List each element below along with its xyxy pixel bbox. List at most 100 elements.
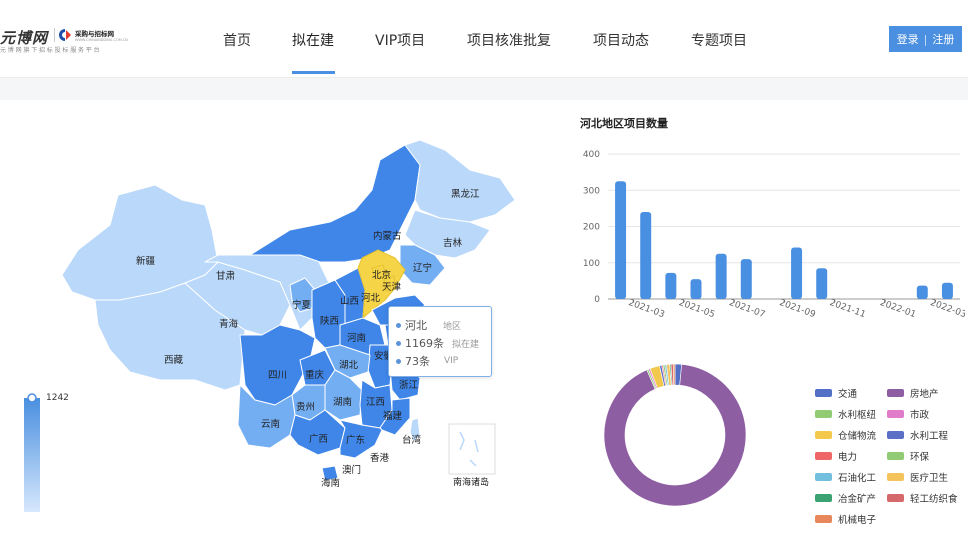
legend-swatch xyxy=(887,389,904,397)
tooltip-row-vip: 73条 VIP xyxy=(396,353,458,369)
legend-item[interactable]: 环保 xyxy=(887,449,929,463)
map-region-heilongjiang xyxy=(404,139,516,223)
map-label-hebei: 河北 xyxy=(361,293,381,304)
map-label-hunan: 湖南 xyxy=(333,397,353,408)
map-region-neimenggu xyxy=(249,144,421,263)
visual-map-bar[interactable] xyxy=(24,398,40,512)
tooltip-row-count: 1169条 拟在建 xyxy=(396,335,479,351)
bar-2022-03[interactable] xyxy=(941,282,953,299)
legend-label: 环保 xyxy=(910,452,930,463)
map-label-neimenggu: 内蒙古 xyxy=(373,231,402,242)
bar-2022-02[interactable] xyxy=(916,285,928,299)
legend-swatch xyxy=(815,389,832,397)
nav-news[interactable]: 项目动态 xyxy=(593,30,649,50)
legend-label: 仓储物流 xyxy=(838,431,877,442)
bar-x-tick: 2022-01 xyxy=(878,298,917,320)
legend-swatch xyxy=(887,473,904,481)
legend-label: 交通 xyxy=(838,389,858,400)
nav-topics[interactable]: 专题项目 xyxy=(691,30,747,50)
donut-slice-机械电子[interactable] xyxy=(672,363,676,386)
tooltip-vip-value: 73条 xyxy=(405,355,430,368)
bar-2021-09[interactable] xyxy=(791,247,803,299)
map-label-xizang: 西藏 xyxy=(164,355,184,366)
bar-x-tick: 2021-07 xyxy=(728,298,767,320)
legend-label: 水利工程 xyxy=(910,431,949,442)
bar-y-tick: 100 xyxy=(583,259,600,269)
map-label-guizhou: 贵州 xyxy=(296,402,316,413)
china-map[interactable] xyxy=(0,0,560,535)
map-label-shaanxi: 陕西 xyxy=(320,316,340,327)
map-label-hainan: 海南 xyxy=(321,478,341,489)
map-label-macau: 澳门 xyxy=(342,465,362,476)
legend-swatch xyxy=(887,431,904,439)
bar-y-tick: 300 xyxy=(583,186,600,196)
tooltip-count-key: 拟在建 xyxy=(452,339,480,350)
donut-chart xyxy=(603,363,747,507)
auth-box: 登录 | 注册 xyxy=(889,26,962,52)
bar-x-tick: 2021-05 xyxy=(677,298,716,320)
legend-item[interactable]: 水利工程 xyxy=(887,428,948,442)
tooltip-row-region: 河北 地区 xyxy=(396,317,461,333)
map-label-jiangxi: 江西 xyxy=(366,397,386,408)
login-link[interactable]: 登录 xyxy=(897,31,919,47)
bar-chart: 0 100 200 300 400 2021-03 2021-05 2021-07 2021-0… xyxy=(583,150,965,320)
legend-item[interactable]: 轻工纺织食 xyxy=(887,491,958,505)
legend-item[interactable]: 房地产 xyxy=(887,386,939,400)
bar-y-tick: 400 xyxy=(583,150,600,160)
map-label-heilongjiang: 黑龙江 xyxy=(451,189,480,200)
tooltip-dot xyxy=(396,340,401,346)
legend-label: 电力 xyxy=(838,452,858,463)
legend-item[interactable]: 冶金矿产 xyxy=(815,491,876,505)
legend-label: 市政 xyxy=(910,410,930,421)
legend-item[interactable]: 电力 xyxy=(815,449,857,463)
map-label-qinghai: 青海 xyxy=(219,319,239,330)
map-label-hubei: 湖北 xyxy=(339,360,359,371)
map-label-taiwan: 台湾 xyxy=(402,435,422,446)
map-label-henan: 河南 xyxy=(347,333,367,344)
legend-label: 冶金矿产 xyxy=(838,494,877,505)
bar-x-tick: 2022-03 xyxy=(929,298,965,320)
map-label-ningxia: 宁夏 xyxy=(292,300,312,311)
legend-item[interactable]: 仓储物流 xyxy=(815,428,876,442)
legend-label: 机械电子 xyxy=(838,515,877,526)
legend-item[interactable]: 机械电子 xyxy=(815,512,876,526)
legend-label: 轻工纺织食 xyxy=(910,494,958,505)
bar-2021-10[interactable] xyxy=(816,268,828,299)
legend-item[interactable]: 医疗卫生 xyxy=(887,470,948,484)
legend-item[interactable]: 石油化工 xyxy=(815,470,876,484)
register-link[interactable]: 注册 xyxy=(932,31,954,47)
map-label-guangxi: 广西 xyxy=(309,434,329,445)
bar-x-tick: 2021-03 xyxy=(627,298,666,320)
tooltip-dot xyxy=(396,358,401,364)
visual-map-max: 1242 xyxy=(46,393,69,403)
map-label-tianjin: 天津 xyxy=(382,282,402,293)
legend-swatch xyxy=(815,473,832,481)
map-label-xinjiang: 新疆 xyxy=(136,256,156,267)
legend-swatch xyxy=(815,494,832,502)
legend-item[interactable]: 市政 xyxy=(887,407,929,421)
tooltip-dot xyxy=(396,322,401,328)
tooltip-vip-key: VIP xyxy=(444,356,459,366)
legend-item[interactable]: 水利枢纽 xyxy=(815,407,876,421)
donut-slice-房地产[interactable] xyxy=(603,363,747,507)
bar-2021-07[interactable] xyxy=(740,259,752,299)
map-label-sichuan: 四川 xyxy=(268,370,288,381)
map-label-yunnan: 云南 xyxy=(261,419,281,430)
legend-swatch xyxy=(815,410,832,418)
legend-swatch xyxy=(815,431,832,439)
legend-item[interactable]: 交通 xyxy=(815,386,857,400)
bar-2021-04[interactable] xyxy=(665,272,677,299)
bar-y-tick: 0 xyxy=(594,295,600,305)
map-label-gansu: 甘肃 xyxy=(216,271,236,282)
map-label-shanxi: 山西 xyxy=(340,296,360,307)
bar-2021-02[interactable] xyxy=(615,181,627,299)
bar-2021-03[interactable] xyxy=(640,212,652,299)
nanhai-islands xyxy=(459,431,479,467)
tooltip-region-value: 河北 xyxy=(405,319,427,332)
map-tooltip: 河北 地区 1169条 拟在建 73条 VIP xyxy=(388,306,492,377)
bar-y-tick: 200 xyxy=(583,223,600,233)
bar-2021-06[interactable] xyxy=(715,253,727,299)
bar-2021-05[interactable] xyxy=(690,279,702,299)
visual-map-handle[interactable] xyxy=(27,393,37,403)
legend-swatch xyxy=(815,452,832,460)
